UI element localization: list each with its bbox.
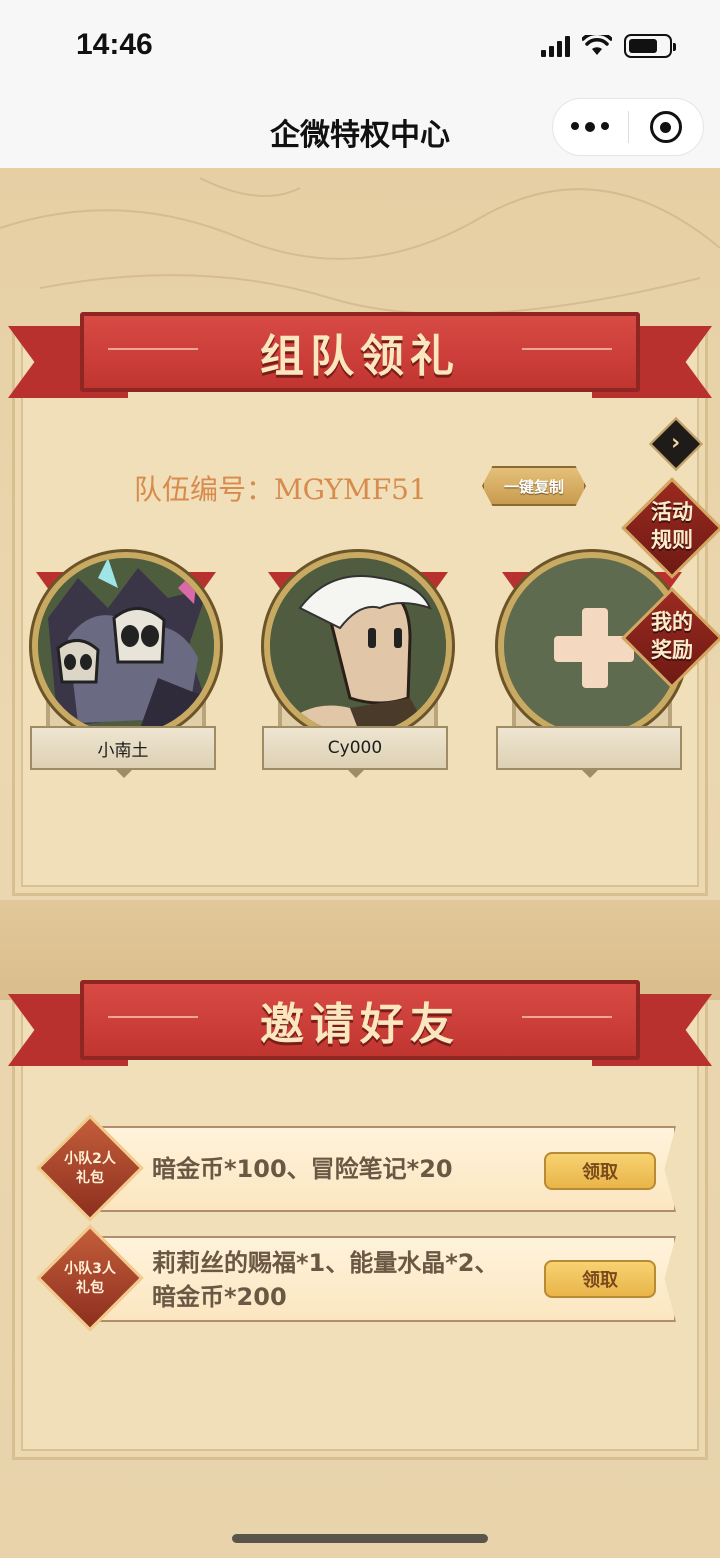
gift-badge-label: 小队3人礼包	[64, 1261, 116, 1296]
home-indicator	[232, 1534, 488, 1543]
member-name: Cy000	[327, 738, 383, 758]
copy-button-label: 一键复制	[503, 477, 564, 496]
team-banner: 组队领礼	[8, 312, 712, 412]
target-icon	[649, 111, 682, 143]
my-rewards-label: 我的奖励	[651, 610, 693, 662]
avatar	[264, 552, 452, 740]
gift-rewards: 暗金币*100、冒险笔记*20	[152, 1155, 453, 1183]
status-bar: 14:46	[0, 0, 720, 96]
mini-program-capsule	[552, 98, 704, 156]
status-icons	[541, 34, 676, 58]
more-icon[interactable]	[553, 122, 628, 132]
team-code: 队伍编号：MGYMF51	[134, 473, 427, 506]
invite-banner-title: 邀请好友	[260, 999, 460, 1050]
signal-icon	[541, 35, 570, 57]
my-rewards-button[interactable]: 我的奖励	[621, 587, 720, 689]
map-decoration	[0, 177, 720, 315]
avatar	[32, 552, 220, 740]
nav-bar: 企微特权中心	[0, 96, 720, 168]
close-miniprogram-button[interactable]	[629, 111, 704, 143]
team-member-1[interactable]: 小南土	[28, 552, 224, 778]
gift-rewards: 莉莉丝的赐福*1、能量水晶*2、 暗金币*200	[152, 1249, 499, 1311]
activity-rules-label: 活动规则	[651, 500, 693, 552]
claim-button-label: 领取	[582, 1270, 618, 1291]
gift-badge-label: 小队2人礼包	[64, 1151, 116, 1186]
white-hair-character-icon	[270, 558, 446, 734]
claim-button-label: 领取	[582, 1162, 618, 1183]
team-banner-title: 组队领礼	[260, 331, 460, 382]
team-member-2[interactable]: Cy000	[260, 552, 456, 778]
wifi-icon	[582, 35, 612, 55]
claim-button[interactable]: 领取	[544, 1260, 656, 1298]
invite-banner: 邀请好友	[8, 980, 712, 1080]
activity-rules-button[interactable]: 活动规则	[621, 477, 720, 579]
battery-icon	[624, 34, 676, 58]
status-time: 14:46	[76, 28, 153, 61]
claim-button[interactable]: 领取	[544, 1152, 656, 1190]
copy-button[interactable]: 一键复制	[482, 466, 586, 506]
gift-row-3-person: 小队3人礼包 莉莉丝的赐福*1、能量水晶*2、 暗金币*200 领取	[36, 1224, 678, 1332]
member-name: 小南土	[97, 740, 149, 761]
gift-row-2-person: 小队2人礼包 暗金币*100、冒险笔记*20 领取	[36, 1114, 678, 1222]
skull-warrior-icon	[38, 558, 214, 734]
